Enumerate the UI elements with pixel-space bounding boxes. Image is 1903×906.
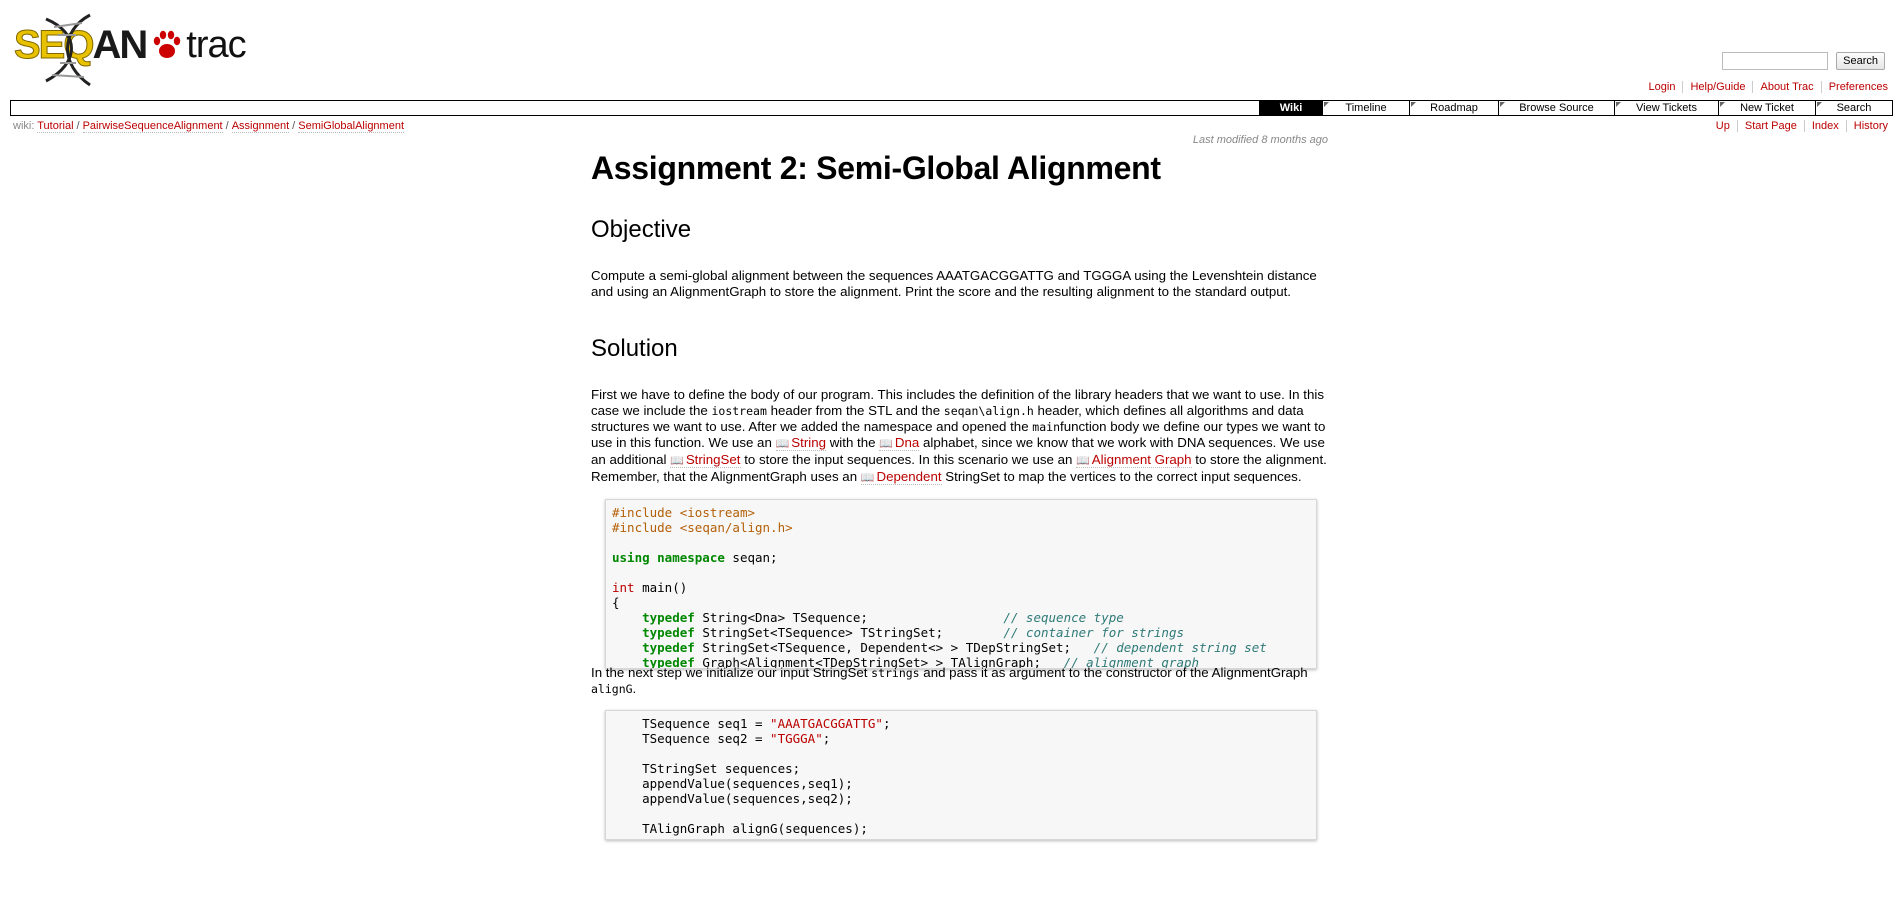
- code-block-2-wrapper: TSequence seq1 = "AAATGACGGATTG"; TSeque…: [605, 710, 1317, 840]
- help-guide-link[interactable]: Help/Guide: [1690, 81, 1745, 93]
- search-button[interactable]: Search: [1836, 52, 1885, 70]
- link-alignment-graph[interactable]: 📖 Alignment Graph: [1076, 452, 1192, 468]
- login-link[interactable]: Login: [1649, 81, 1676, 93]
- inline-code-align-h: seqan\align.h: [943, 404, 1034, 418]
- tab-browse-source[interactable]: Browse Source: [1498, 101, 1614, 115]
- trac-paw-icon: [154, 30, 181, 58]
- link-dependent[interactable]: 📖 Dependent: [860, 469, 942, 485]
- preferences-link[interactable]: Preferences: [1829, 81, 1888, 93]
- code-block-1[interactable]: #include <iostream> #include <seqan/alig…: [605, 499, 1317, 669]
- seqan-trac-logo[interactable]: SEQAN trac: [13, 10, 247, 86]
- start-page-link[interactable]: Start Page: [1745, 120, 1797, 132]
- breadcrumb-separator: /: [76, 120, 80, 132]
- book-icon: 📖: [860, 472, 875, 484]
- tab-view-tickets[interactable]: View Tickets: [1614, 101, 1718, 115]
- history-link[interactable]: History: [1854, 120, 1888, 132]
- breadcrumb: wiki: Tutorial / PairwiseSequenceAlignment…: [13, 120, 405, 133]
- inline-code-iostream: iostream: [711, 404, 767, 418]
- book-icon: 📖: [1076, 455, 1090, 467]
- solution-heading: Solution: [591, 335, 678, 362]
- context-nav: Up Start Page Index History: [1709, 120, 1895, 132]
- about-trac-link[interactable]: About Trac: [1760, 81, 1813, 93]
- book-icon: 📖: [775, 438, 790, 450]
- link-string[interactable]: 📖 String: [775, 435, 826, 451]
- breadcrumb-separator: /: [292, 120, 296, 132]
- wiki-content: Last modified 8 months ago Assignment 2:…: [591, 134, 1328, 840]
- code-block-1-wrapper: #include <iostream> #include <seqan/alig…: [605, 499, 1317, 669]
- inline-code-aligng: alignG: [591, 682, 633, 696]
- book-icon: 📖: [670, 455, 684, 467]
- book-icon: 📖: [879, 438, 893, 450]
- inline-code-main: main: [1032, 420, 1060, 434]
- tab-new-ticket[interactable]: New Ticket: [1718, 101, 1815, 115]
- page-title: Assignment 2: Semi-Global Alignment: [591, 150, 1161, 186]
- inline-code-strings: strings: [871, 666, 920, 680]
- link-dna[interactable]: 📖 Dna: [879, 435, 920, 451]
- breadcrumb-tutorial[interactable]: Tutorial: [37, 120, 74, 133]
- solution-paragraph-1: First we have to define the body of our …: [591, 387, 1327, 485]
- dna-helix-icon: [45, 13, 91, 86]
- breadcrumb-pairwise[interactable]: PairwiseSequenceAlignment: [82, 120, 223, 133]
- code-block-2[interactable]: TSequence seq1 = "AAATGACGGATTG"; TSeque…: [605, 710, 1317, 840]
- index-link[interactable]: Index: [1812, 120, 1839, 132]
- tab-search[interactable]: Search: [1815, 101, 1892, 115]
- tab-roadmap[interactable]: Roadmap: [1409, 101, 1498, 115]
- tab-wiki[interactable]: Wiki: [1259, 101, 1322, 115]
- trac-wordmark: trac: [186, 23, 246, 66]
- objective-text: Compute a semi-global alignment between …: [591, 268, 1317, 299]
- main-nav: Wiki Timeline Roadmap Browse Source View…: [10, 100, 1893, 116]
- tab-timeline[interactable]: Timeline: [1322, 101, 1409, 115]
- seqan-logo: SEQAN: [13, 13, 148, 86]
- breadcrumb-assignment[interactable]: Assignment: [231, 120, 290, 133]
- breadcrumb-prefix: wiki:: [13, 120, 35, 132]
- breadcrumb-semiglobal[interactable]: SemiGlobalAlignment: [298, 120, 405, 133]
- breadcrumb-separator: /: [225, 120, 229, 132]
- link-stringset[interactable]: 📖 StringSet: [670, 452, 741, 468]
- solution-paragraph-2: In the next step we initialize our input…: [591, 665, 1308, 696]
- search-form: Search: [1722, 52, 1885, 70]
- objective-heading: Objective: [591, 216, 692, 243]
- search-input[interactable]: [1722, 52, 1829, 70]
- meta-nav: Login Help/Guide About Trac Preferences: [1642, 81, 1895, 93]
- up-link[interactable]: Up: [1716, 120, 1730, 132]
- last-modified: Last modified 8 months ago: [1192, 134, 1328, 146]
